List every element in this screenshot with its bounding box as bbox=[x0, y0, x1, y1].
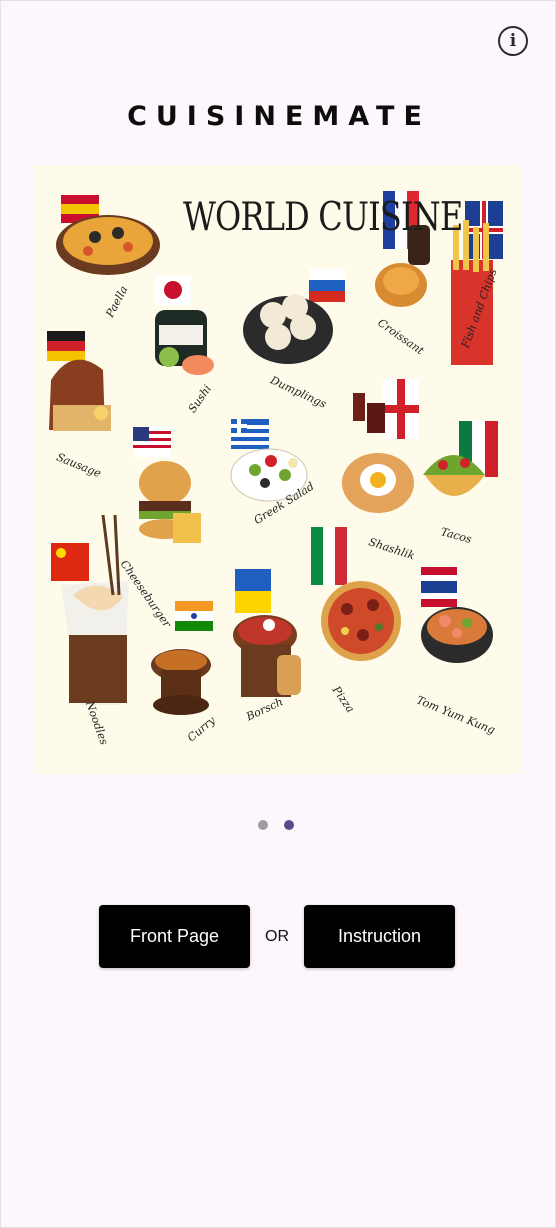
or-separator: OR bbox=[265, 927, 289, 945]
action-row: Front Page OR Instruction bbox=[99, 905, 455, 968]
instruction-button[interactable]: Instruction bbox=[304, 905, 455, 968]
food-illustration-graphic bbox=[47, 191, 503, 715]
app-screen: i CUISINEMATE WORLD CUISINE Paella Sushi… bbox=[0, 0, 556, 1228]
carousel-dot-1[interactable] bbox=[258, 820, 268, 830]
world-cuisine-illustration: WORLD CUISINE Paella Sushi Dumplings Cro… bbox=[33, 165, 521, 774]
carousel-dot-2-active[interactable] bbox=[284, 820, 294, 830]
carousel-indicator bbox=[258, 820, 294, 830]
info-icon[interactable]: i bbox=[498, 26, 528, 56]
app-title: CUISINEMATE bbox=[127, 101, 431, 132]
front-page-button[interactable]: Front Page bbox=[99, 905, 250, 968]
hero-heading: WORLD CUISINE bbox=[183, 195, 463, 240]
info-glyph: i bbox=[509, 30, 517, 51]
